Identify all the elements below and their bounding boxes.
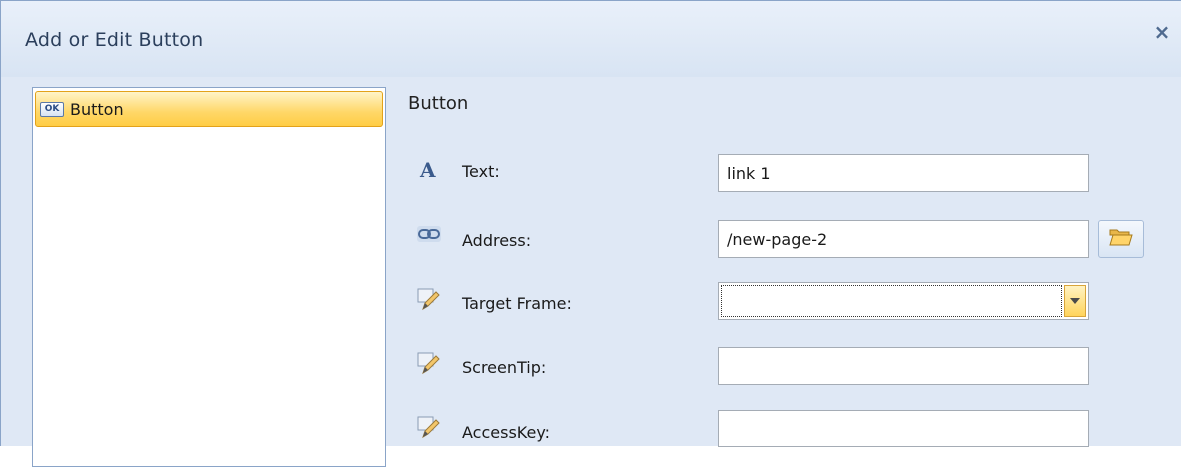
screentip-field[interactable] bbox=[718, 347, 1089, 385]
element-tree-panel: OK Button bbox=[32, 87, 386, 467]
address-field-label: Address: bbox=[462, 231, 532, 250]
target-frame-label: Target Frame: bbox=[462, 294, 572, 313]
accesskey-label: AccessKey: bbox=[462, 423, 551, 442]
address-field[interactable] bbox=[718, 220, 1089, 258]
text-a-icon: A bbox=[417, 158, 441, 182]
add-edit-button-dialog: Add or Edit Button × OK Button Button A … bbox=[0, 0, 1181, 467]
text-field-label: Text: bbox=[462, 162, 500, 181]
chevron-down-icon[interactable] bbox=[1064, 285, 1086, 317]
link-chain-icon bbox=[417, 222, 441, 246]
target-frame-value bbox=[721, 285, 1062, 317]
dialog-titlebar: Add or Edit Button × bbox=[1, 1, 1181, 77]
tree-item-label: Button bbox=[70, 99, 124, 119]
pencil-edit-icon bbox=[417, 415, 441, 439]
accesskey-field[interactable] bbox=[718, 410, 1089, 447]
text-field[interactable] bbox=[718, 154, 1089, 192]
pencil-edit-icon bbox=[417, 287, 441, 311]
close-icon[interactable]: × bbox=[1151, 20, 1173, 44]
tree-item-button[interactable]: OK Button bbox=[35, 91, 383, 127]
target-frame-select[interactable] bbox=[718, 282, 1089, 320]
browse-button[interactable] bbox=[1098, 220, 1144, 258]
ok-button-icon: OK bbox=[40, 101, 64, 117]
section-title: Button bbox=[408, 93, 469, 114]
screentip-label: ScreenTip: bbox=[462, 358, 547, 377]
svg-text:A: A bbox=[419, 159, 436, 181]
folder-open-icon bbox=[1109, 227, 1133, 251]
pencil-edit-icon bbox=[417, 351, 441, 375]
dialog-title: Add or Edit Button bbox=[25, 29, 204, 51]
